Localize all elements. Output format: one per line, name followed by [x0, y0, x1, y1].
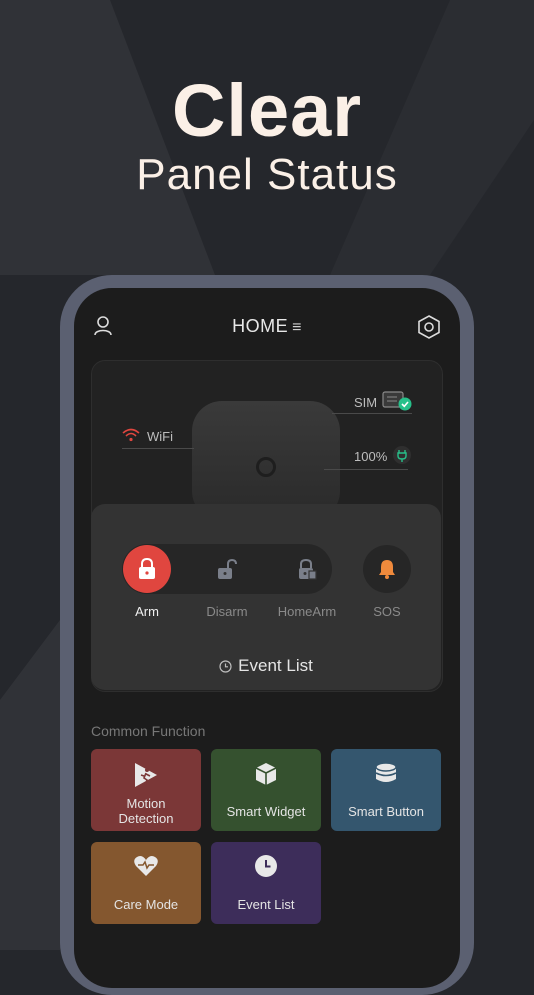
- tile-label: Smart Widget: [226, 804, 306, 819]
- tile-event-list[interactable]: Event List: [211, 842, 321, 924]
- bell-icon: [379, 560, 395, 579]
- tile-label: Motion Detection: [118, 796, 174, 826]
- hub-device-image: [192, 401, 340, 521]
- cube-icon: [255, 763, 277, 785]
- menu-icon[interactable]: ≡: [292, 319, 302, 336]
- tile-care-mode[interactable]: Care Mode: [91, 842, 201, 924]
- home-title[interactable]: HOME ≡: [74, 316, 460, 337]
- power-plug-icon: [393, 446, 411, 464]
- heart-icon: [134, 856, 158, 876]
- sim-label: SIM: [354, 395, 378, 410]
- app-screen: HOME ≡ WiFi SIM 100% Arm Disarm HomeArm …: [74, 288, 460, 988]
- battery-label: 100%: [354, 449, 388, 464]
- clock-icon: [219, 660, 232, 673]
- unlock-icon: [218, 558, 237, 579]
- arm-label: Arm: [135, 604, 159, 619]
- lock-icon: [139, 558, 155, 579]
- disarm-button[interactable]: [203, 545, 251, 593]
- home-arm-button[interactable]: [283, 545, 331, 593]
- tile-smart-widget[interactable]: Smart Widget: [211, 749, 321, 831]
- settings-icon[interactable]: [416, 314, 442, 340]
- sos-button[interactable]: [363, 545, 411, 593]
- clock-icon: [255, 855, 277, 877]
- event-list-label: Event List: [238, 656, 313, 675]
- home-arm-label: HomeArm: [277, 604, 337, 619]
- arm-control-card: Arm Disarm HomeArm SOS Event List: [91, 504, 441, 690]
- wifi-icon: [122, 428, 140, 442]
- home-title-label: HOME: [232, 316, 289, 336]
- arm-button[interactable]: [123, 545, 171, 593]
- sim-card-icon: [382, 391, 412, 411]
- motion-icon: [135, 763, 157, 787]
- event-list-link[interactable]: Event List: [91, 656, 441, 676]
- wifi-label: WiFi: [147, 429, 173, 444]
- home-arm-icon: [299, 558, 317, 580]
- database-icon: [375, 762, 397, 782]
- tile-label: Care Mode: [113, 897, 179, 912]
- disarm-label: Disarm: [206, 604, 248, 619]
- top-bar: HOME ≡: [74, 288, 460, 366]
- headline-title: Clear: [171, 69, 363, 152]
- common-function-title: Common Function: [91, 723, 206, 739]
- headline-subtitle: Panel Status: [136, 150, 398, 199]
- tile-label: Smart Button: [348, 804, 424, 819]
- sos-label: SOS: [373, 604, 401, 619]
- tile-motion-detection[interactable]: Motion Detection: [91, 749, 201, 831]
- tile-smart-button[interactable]: Smart Button: [331, 749, 441, 831]
- tile-label: Event List: [237, 897, 295, 912]
